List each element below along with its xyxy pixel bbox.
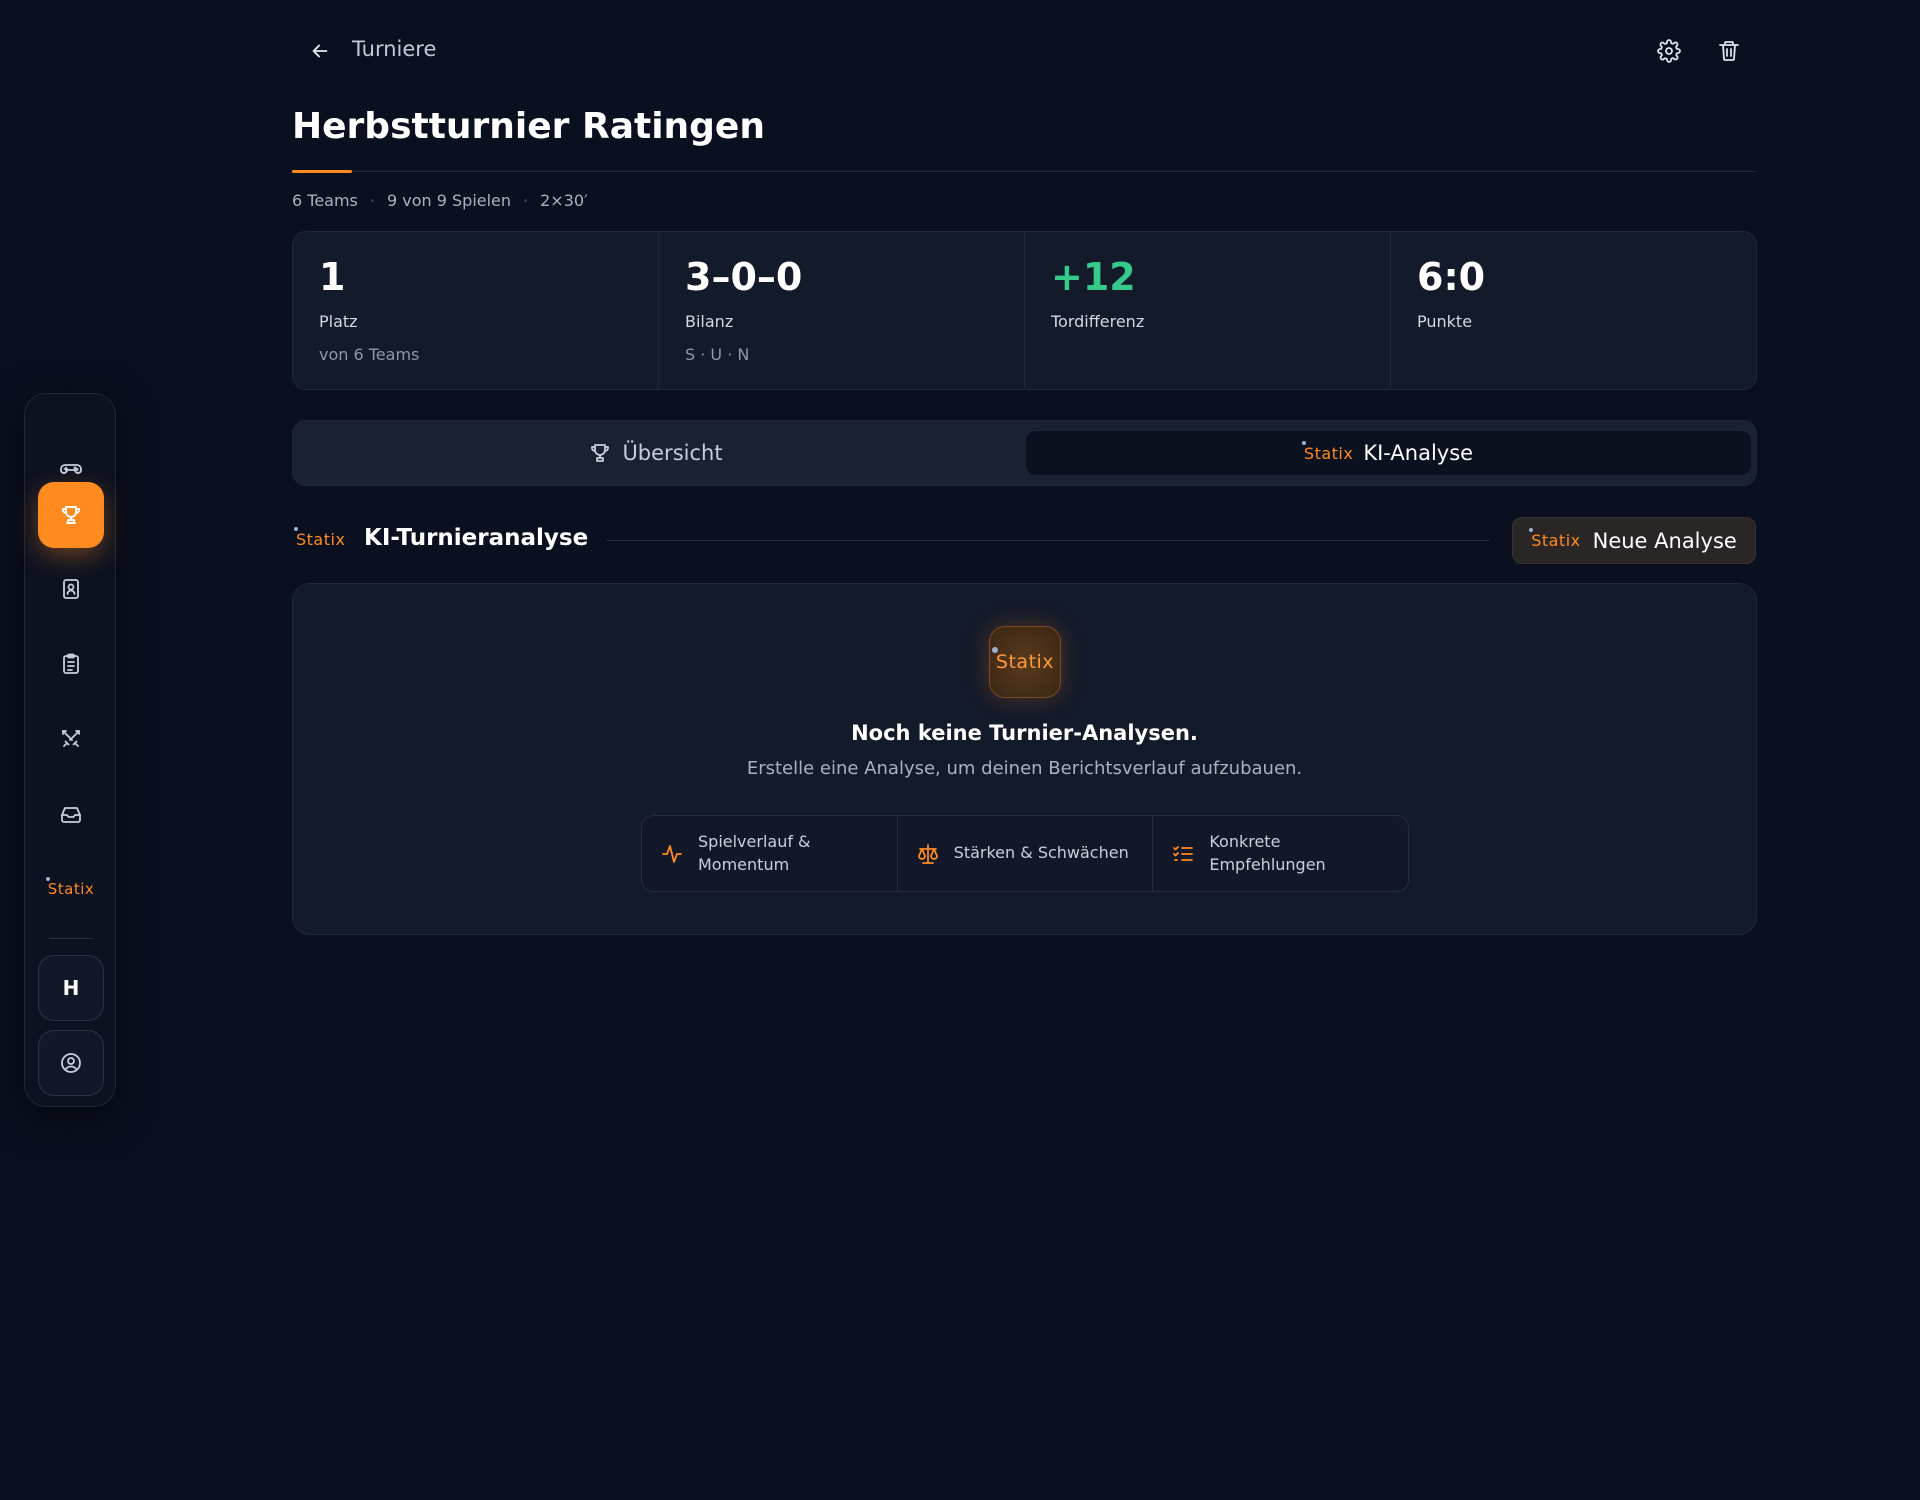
sidebar-item-clipboard[interactable] [38,631,104,697]
statix-logo: Statix [294,527,345,549]
stat-sub: von 6 Teams [319,345,420,364]
tab-label: KI-Analyse [1363,441,1474,465]
gear-icon [1657,39,1681,63]
stat-label: Bilanz [685,312,734,331]
scale-icon [916,842,940,866]
user-circle-icon [59,1051,83,1075]
stat-label: Tordifferenz [1051,312,1145,331]
statix-logo: Statix [1529,528,1580,550]
trash-icon [1717,39,1741,63]
meta-separator: · [369,191,375,210]
trophy-icon [588,441,612,465]
sidebar-item-inbox[interactable] [38,781,104,847]
meta-duration: 2×30′ [540,191,588,210]
tournament-meta: 6 Teams · 9 von 9 Spielen · 2×30′ [292,191,588,210]
title-accent-bar [292,170,352,173]
sidebar-item-tournaments[interactable] [38,482,104,548]
feature-label: Stärken & Schwächen [953,843,1129,863]
stat-label: Platz [319,312,358,331]
sidebar-divider [49,938,93,939]
new-analysis-label: Neue Analyse [1592,528,1737,553]
tab-overview[interactable]: Übersicht [293,431,1018,475]
crossed-swords-icon [59,727,83,751]
meta-separator: · [523,191,529,210]
page-title: Herbstturnier Ratingen [292,106,765,147]
inbox-icon [59,802,83,826]
stat-goal-difference: +12 Tordifferenz [1024,232,1390,389]
feature-item: Stärken & Schwächen [896,816,1153,891]
profile-button[interactable] [38,1030,104,1096]
empty-state-card: Statix Noch keine Turnier-Analysen. Erst… [292,583,1757,935]
feature-label: Spielverlauf & [698,832,811,852]
statix-logo-badge: Statix [989,626,1061,698]
sidebar-item-matches[interactable] [38,706,104,772]
checklist-icon [1171,842,1195,866]
feature-item: Konkrete Empfehlungen [1152,816,1408,891]
stats-panel: 1 Platz von 6 Teams 3–0–0 Bilanz S · U ·… [292,231,1757,390]
meta-teams: 6 Teams [292,191,358,210]
empty-state-title: Noch keine Turnier-Analysen. [851,721,1198,745]
stat-points: 6:0 Punkte [1390,232,1756,389]
feature-label: Momentum [698,854,790,874]
stat-record: 3–0–0 Bilanz S · U · N [658,232,1024,389]
stat-value: 6:0 [1417,255,1486,299]
tab-bar: Übersicht Statix KI-Analyse [292,420,1757,486]
sidebar-item-statix[interactable]: Statix [38,856,104,922]
section-title: KI-Turnieranalyse [364,525,589,551]
feature-list: Spielverlauf & Momentum Stärken & Schwäc… [641,815,1409,892]
section-divider [606,540,1490,541]
team-avatar-button[interactable]: H [38,955,104,1021]
feature-item: Spielverlauf & Momentum [642,816,897,891]
statix-logo: Statix [45,877,95,898]
sidebar-item-contacts[interactable] [38,556,104,622]
stat-rank: 1 Platz von 6 Teams [293,232,658,389]
statix-logo: Statix [1301,440,1353,463]
new-analysis-button[interactable]: Statix Neue Analyse [1512,517,1756,564]
gamepad-icon [59,457,83,481]
clipboard-icon [59,652,83,676]
sidebar: Statix H [24,393,116,1107]
back-button[interactable] [302,34,338,68]
settings-button[interactable] [1649,32,1689,70]
stat-value: +12 [1051,255,1136,299]
feature-label: Konkrete [1209,832,1281,852]
statix-logo: Statix [991,647,1054,673]
title-divider [292,171,1756,172]
feature-label: Empfehlungen [1209,854,1326,874]
tab-ai-analysis[interactable]: Statix KI-Analyse [1026,431,1751,475]
arrow-left-icon [309,40,331,62]
team-initial: H [62,976,80,1000]
activity-icon [660,842,684,866]
tab-label: Übersicht [622,441,723,465]
empty-state-subtitle: Erstelle eine Analyse, um deinen Bericht… [746,758,1303,779]
stat-sub: S · U · N [685,345,750,364]
contact-book-icon [59,577,83,601]
delete-button[interactable] [1709,32,1749,70]
breadcrumb[interactable]: Turniere [352,37,436,61]
stat-value: 1 [319,255,346,299]
meta-games: 9 von 9 Spielen [386,191,512,210]
trophy-icon [59,503,83,527]
stat-value: 3–0–0 [685,255,803,299]
stat-label: Punkte [1417,312,1473,331]
